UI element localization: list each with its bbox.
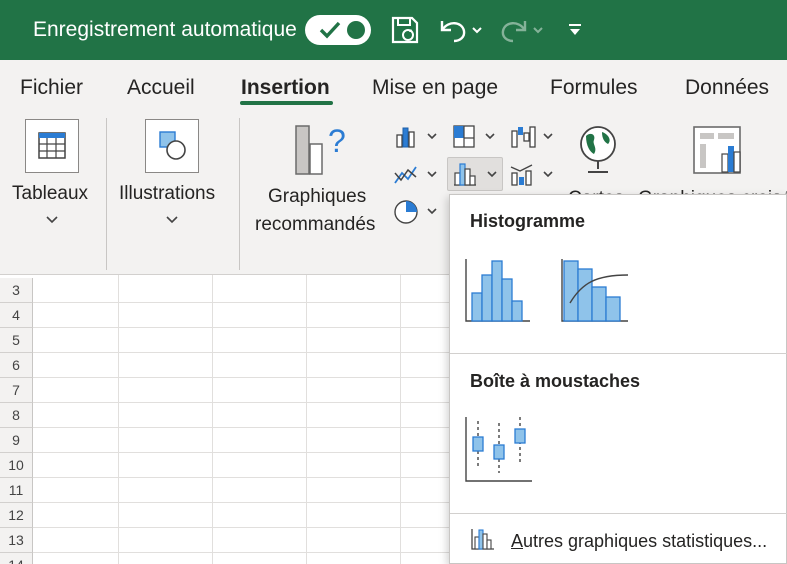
waterfall-icon [511, 126, 553, 148]
box-whisker-option[interactable] [464, 415, 534, 485]
autosave-toggle[interactable] [305, 15, 371, 45]
histogram-option[interactable] [464, 257, 534, 325]
waterfall-chart-button[interactable] [508, 122, 558, 152]
tab-fichier[interactable]: Fichier [20, 76, 83, 100]
undo-button[interactable] [436, 14, 486, 46]
pareto-option[interactable] [560, 257, 632, 325]
undo-icon [440, 21, 482, 43]
row-header[interactable]: 6 [0, 353, 33, 378]
histogram-icon [454, 163, 497, 186]
row-header[interactable]: 3 [0, 278, 33, 303]
combo-chart-icon [510, 164, 553, 186]
column-line [400, 275, 401, 564]
row-header[interactable]: 7 [0, 378, 33, 403]
chevron-down-icon [166, 216, 178, 224]
pie-chart-button[interactable] [392, 197, 442, 227]
column-line [306, 275, 307, 564]
row-header[interactable]: 14 [0, 553, 33, 564]
toggle-knob [347, 21, 365, 39]
histogram-small-icon [471, 529, 494, 550]
tab-donnees[interactable]: Données [685, 76, 769, 100]
statistic-chart-dropdown: Histogramme Boîte à moustaches Autres gr… [449, 194, 787, 564]
row-header[interactable]: 10 [0, 453, 33, 478]
save-button[interactable] [388, 14, 422, 46]
customize-qat-button[interactable] [565, 14, 585, 46]
redo-icon [501, 21, 543, 43]
tab-formules[interactable]: Formules [550, 76, 638, 100]
recommended-line1: Graphiques [268, 186, 367, 207]
hierarchy-chart-button[interactable] [450, 122, 500, 152]
more-statistic-charts-label: Autres graphiques statistiques... [511, 531, 767, 552]
ribbon-tabs: Fichier Accueil Insertion Mise en page F… [0, 60, 787, 112]
tab-accueil[interactable]: Accueil [127, 76, 195, 100]
save-sync-icon [391, 16, 419, 44]
row-header[interactable]: 11 [0, 478, 33, 503]
boxwhisker-heading: Boîte à moustaches [470, 371, 641, 391]
chevron-down-icon [46, 216, 58, 224]
row-header[interactable]: 4 [0, 303, 33, 328]
dropdown-separator [450, 353, 787, 354]
tab-insertion[interactable]: Insertion [241, 76, 330, 100]
statistic-chart-button[interactable] [447, 157, 503, 191]
column-line [118, 275, 119, 564]
ribbon-separator [239, 118, 240, 270]
maps-icon[interactable] [572, 122, 624, 178]
row-header[interactable]: 8 [0, 403, 33, 428]
tableaux-label: Tableaux [12, 183, 89, 204]
column-chart-button[interactable] [392, 122, 442, 152]
checkmark-icon [319, 21, 341, 39]
line-chart-icon [394, 166, 437, 184]
illustrations-box [145, 119, 199, 173]
more-label-rest: utres graphiques statistiques... [523, 531, 768, 551]
column-line [212, 275, 213, 564]
title-bar: Enregistrement automatique [0, 0, 787, 60]
histogram-heading: Histogramme [470, 211, 586, 231]
row-header[interactable]: 13 [0, 528, 33, 553]
row-header[interactable]: 12 [0, 503, 33, 528]
active-tab-indicator [240, 101, 333, 105]
column-chart-icon [396, 127, 437, 148]
access-key: A [511, 531, 524, 551]
pie-chart-icon [394, 200, 437, 224]
illustrations-label: Illustrations [119, 183, 216, 204]
tab-mise-en-page[interactable]: Mise en page [372, 76, 498, 100]
ribbon-separator [106, 118, 107, 270]
row-header[interactable]: 9 [0, 428, 33, 453]
row-header[interactable]: 5 [0, 328, 33, 353]
recommended-line2: recommandés [255, 214, 376, 235]
combo-chart-button[interactable] [508, 160, 558, 190]
redo-button[interactable] [497, 14, 547, 46]
pivot-chart-icon[interactable] [690, 124, 748, 178]
treemap-icon [453, 125, 495, 148]
svg-text:?: ? [328, 123, 346, 159]
shapes-icon [159, 131, 186, 160]
autosave-label: Enregistrement automatique [33, 18, 297, 41]
line-chart-button[interactable] [392, 160, 442, 190]
tableaux-box [25, 119, 79, 173]
recommended-charts-icon: ? [295, 123, 346, 175]
customize-icon [569, 24, 581, 35]
table-icon [38, 132, 66, 159]
dropdown-separator [450, 513, 787, 514]
